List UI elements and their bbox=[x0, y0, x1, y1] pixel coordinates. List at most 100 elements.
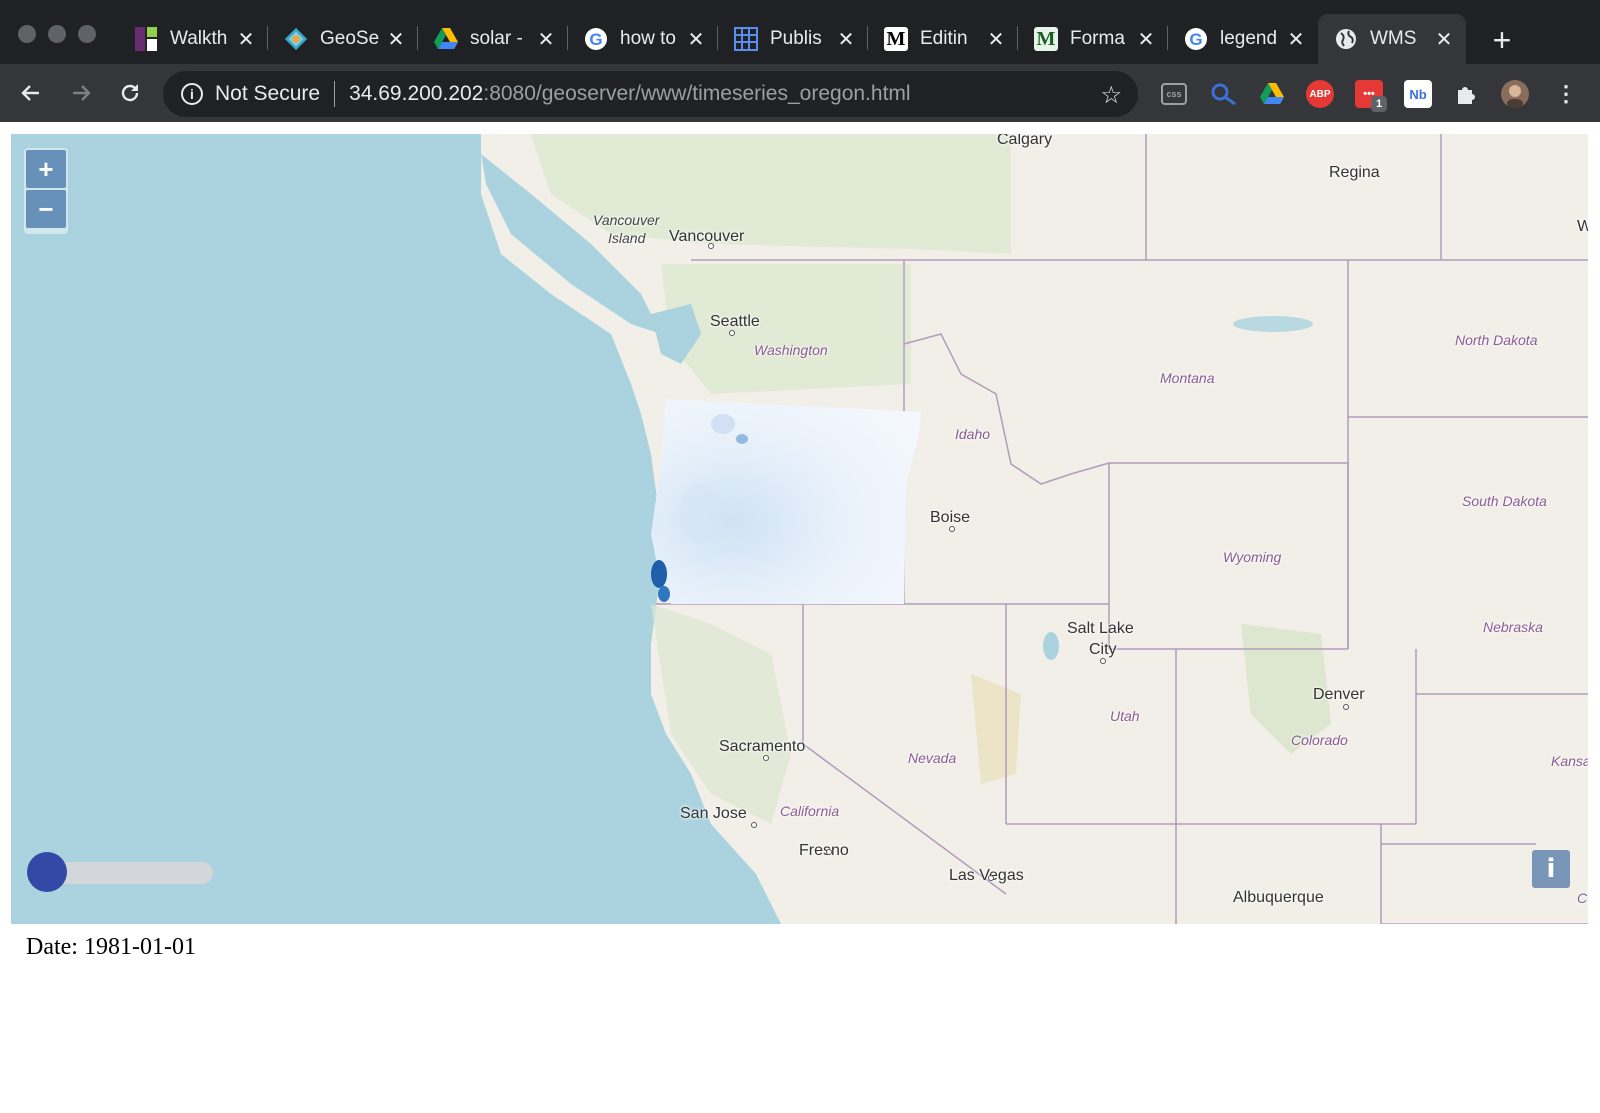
map-viewport[interactable]: Calgary Regina Vancouver Island Vancouve… bbox=[11, 134, 1588, 924]
map-label-state: Montana bbox=[1160, 370, 1215, 386]
city-marker bbox=[763, 755, 769, 761]
attribution-button[interactable]: i bbox=[1532, 850, 1570, 888]
window-minimize-dot[interactable] bbox=[48, 25, 66, 43]
map-label-state: Colorado bbox=[1291, 732, 1348, 748]
city-marker bbox=[1100, 658, 1106, 664]
browser-tab[interactable]: GeoSe ✕ bbox=[268, 14, 418, 64]
tab-title: Forma bbox=[1070, 28, 1125, 49]
tab-close-icon[interactable]: ✕ bbox=[534, 27, 558, 51]
address-bar[interactable]: i Not Secure 34.69.200.202 :8080/geoserv… bbox=[163, 71, 1138, 117]
tab-close-icon[interactable]: ✕ bbox=[834, 27, 858, 51]
new-tab-icon[interactable]: + bbox=[1484, 22, 1520, 58]
tab-title: solar - bbox=[470, 28, 523, 49]
walkthrough-favicon-icon bbox=[134, 27, 158, 51]
window-close-dot[interactable] bbox=[18, 25, 36, 43]
city-marker bbox=[1343, 704, 1349, 710]
zoom-out-button[interactable]: − bbox=[26, 190, 66, 228]
map-label-city: San Jose bbox=[680, 805, 747, 822]
tab-title: how to bbox=[620, 28, 676, 49]
map-label-city: Albuquerque bbox=[1233, 889, 1324, 906]
tab-title: GeoSe bbox=[320, 28, 380, 49]
map-label-city: Calgary bbox=[997, 134, 1053, 148]
map-label-city: City bbox=[1089, 641, 1117, 658]
browser-tab[interactable]: G how to ✕ bbox=[568, 14, 718, 64]
browser-tab[interactable]: M Forma ✕ bbox=[1018, 14, 1168, 64]
back-arrow-icon[interactable] bbox=[12, 74, 50, 112]
window-maximize-dot[interactable] bbox=[78, 25, 96, 43]
city-marker bbox=[949, 526, 955, 532]
tab-close-icon[interactable]: ✕ bbox=[384, 27, 408, 51]
tab-close-icon[interactable]: ✕ bbox=[684, 27, 708, 51]
map-label-city: Vancouver bbox=[669, 228, 745, 245]
browser-tab[interactable]: Walkth ✕ bbox=[118, 14, 268, 64]
map-label-state: Utah bbox=[1110, 708, 1140, 724]
globe-favicon-icon bbox=[1334, 27, 1358, 51]
puzzle-extensions-icon[interactable] bbox=[1452, 80, 1480, 108]
map-label-island: Island bbox=[608, 230, 646, 246]
url-path: :8080/geoserver/www/timeseries_oregon.ht… bbox=[483, 82, 911, 105]
browser-tab[interactable]: M Editin ✕ bbox=[868, 14, 1018, 64]
map-label-city: Salt Lake bbox=[1067, 620, 1134, 637]
tab-title: Editin bbox=[920, 28, 968, 49]
tab-title: legend bbox=[1220, 28, 1278, 49]
map-label-city: Regina bbox=[1329, 164, 1380, 181]
svg-text:G: G bbox=[1189, 30, 1202, 49]
map-label-fragment: C bbox=[1577, 890, 1588, 906]
browser-tab[interactable]: Publis ✕ bbox=[718, 14, 868, 64]
medium-favicon-icon: M bbox=[1034, 27, 1058, 51]
map-label-state: North Dakota bbox=[1455, 332, 1538, 348]
city-marker bbox=[826, 849, 832, 855]
tab-title: Walkth bbox=[170, 28, 228, 49]
map-label-fragment: W bbox=[1577, 218, 1588, 235]
nb-extension-icon[interactable]: Nb bbox=[1404, 80, 1432, 108]
tab-close-icon[interactable]: ✕ bbox=[984, 27, 1008, 51]
geoserver-favicon-icon bbox=[284, 27, 308, 51]
city-marker bbox=[988, 875, 994, 881]
tab-close-icon[interactable]: ✕ bbox=[1284, 27, 1308, 51]
map-label-city: Sacramento bbox=[719, 738, 806, 755]
google-favicon-icon: G bbox=[1184, 27, 1208, 51]
grid-favicon-icon bbox=[734, 27, 758, 51]
google-drive-extension-icon[interactable] bbox=[1258, 80, 1286, 108]
css-extension-icon[interactable]: css bbox=[1161, 83, 1187, 105]
map-label-state: Washington bbox=[754, 342, 828, 358]
map-label-state: California bbox=[780, 803, 840, 819]
browser-menu-icon[interactable]: ⋮ bbox=[1552, 80, 1580, 108]
city-marker bbox=[708, 243, 714, 249]
map-label-city: Seattle bbox=[710, 313, 760, 330]
map-label-island: Vancouver bbox=[593, 212, 660, 228]
zoom-control: + − bbox=[24, 148, 68, 234]
zoom-in-button[interactable]: + bbox=[26, 150, 66, 188]
browser-tab-strip: Walkth ✕ GeoSe ✕ solar - ✕ G how to ✕ Pu… bbox=[0, 0, 1600, 64]
google-favicon-icon: G bbox=[584, 27, 608, 51]
site-info-icon[interactable]: i bbox=[181, 83, 203, 105]
map-label-state: South Dakota bbox=[1462, 493, 1547, 509]
google-drive-favicon-icon bbox=[434, 27, 458, 51]
profile-avatar[interactable] bbox=[1501, 80, 1529, 108]
svg-text:G: G bbox=[589, 30, 602, 49]
extension-badge: 1 bbox=[1371, 96, 1387, 112]
map-label-state: Nevada bbox=[908, 750, 957, 766]
browser-tab-active[interactable]: WMS ✕ bbox=[1318, 14, 1466, 64]
magnifier-extension-icon[interactable] bbox=[1210, 80, 1238, 108]
forward-arrow-icon[interactable] bbox=[62, 74, 100, 112]
map-label-city: Boise bbox=[930, 509, 971, 526]
security-label: Not Secure bbox=[215, 82, 321, 105]
city-marker bbox=[751, 822, 757, 828]
map-label-state: Kansa bbox=[1551, 753, 1588, 769]
browser-toolbar: i Not Secure 34.69.200.202 :8080/geoserv… bbox=[0, 64, 1600, 122]
tab-close-icon[interactable]: ✕ bbox=[234, 27, 258, 51]
tab-close-icon[interactable]: ✕ bbox=[1134, 27, 1158, 51]
tab-close-icon[interactable]: ✕ bbox=[1432, 27, 1456, 51]
browser-tab[interactable]: solar - ✕ bbox=[418, 14, 568, 64]
date-label: Date: 1981-01-01 bbox=[26, 934, 196, 960]
tab-title: WMS bbox=[1370, 28, 1417, 49]
city-marker bbox=[729, 330, 735, 336]
map-label-state: Idaho bbox=[955, 426, 991, 442]
adblock-plus-icon[interactable]: ABP bbox=[1306, 80, 1334, 108]
browser-tab[interactable]: G legend ✕ bbox=[1168, 14, 1318, 64]
map-label-city: Las Vegas bbox=[949, 867, 1024, 884]
reload-icon[interactable] bbox=[111, 74, 149, 112]
bookmark-star-icon[interactable]: ☆ bbox=[1100, 81, 1122, 110]
time-slider-thumb[interactable] bbox=[27, 852, 67, 892]
